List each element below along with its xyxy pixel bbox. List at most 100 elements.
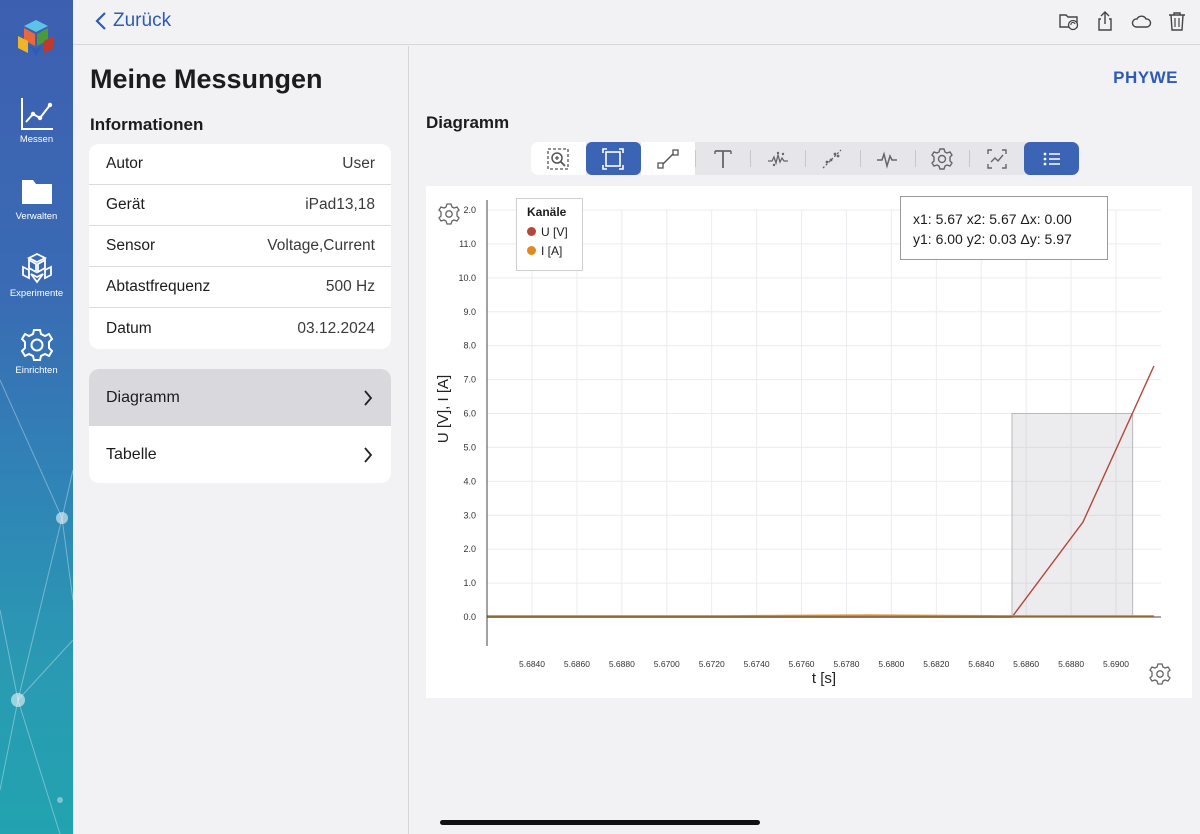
tool-regression[interactable] <box>804 142 860 175</box>
x-axis-label: t [s] <box>812 670 836 687</box>
legend-label: I [A] <box>541 243 563 258</box>
top-bar: Zurück <box>73 0 1200 45</box>
info-key: Autor <box>106 155 144 172</box>
cursor-readout-y: y1: 6.00 y2: 0.03 Δy: 5.97 <box>913 231 1072 247</box>
zoom-region-icon <box>547 147 570 170</box>
rail-item-label: Verwalten <box>15 211 58 222</box>
y-tick-label: 8.0 <box>463 341 476 351</box>
text-tool-icon <box>714 149 732 168</box>
menu-item-tabelle[interactable]: Tabelle <box>89 426 391 483</box>
info-value: 500 Hz <box>325 278 375 295</box>
x-tick-label: 5.6880 <box>1058 659 1084 669</box>
x-tick-label: 5.6840 <box>519 659 545 669</box>
settings-icon <box>931 147 953 170</box>
legend-entry-current[interactable]: I [A] <box>527 241 582 260</box>
trash-icon[interactable] <box>1166 10 1188 32</box>
y-tick-label: 1.0 <box>463 578 476 588</box>
x-tick-label: 5.6760 <box>789 659 815 669</box>
info-value: User <box>342 155 375 172</box>
y-tick-label: 6.0 <box>463 409 476 419</box>
measurement-info-pane: Meine Messungen Informationen Autor User… <box>73 46 409 834</box>
x-tick-label: 5.6860 <box>1013 659 1039 669</box>
info-row-sensor: Sensor Voltage,Current <box>89 226 391 267</box>
info-row-autor: Autor User <box>89 144 391 185</box>
regression-icon <box>822 149 842 168</box>
folder-icon <box>21 180 52 204</box>
rail-item-messen[interactable]: Messen <box>0 96 73 145</box>
home-indicator <box>440 820 760 825</box>
diagram-title: Diagramm <box>426 113 510 132</box>
menu-item-diagramm[interactable]: Diagramm <box>89 369 391 426</box>
chevron-right-icon <box>364 389 373 406</box>
cursor-readout-x: x1: 5.67 x2: 5.67 Δx: 0.00 <box>913 211 1072 227</box>
app-logo <box>18 20 54 56</box>
share-icon[interactable] <box>1094 10 1116 32</box>
selection-region[interactable] <box>1011 413 1134 617</box>
legend-title: Kanäle <box>527 205 567 219</box>
folder-sync-icon[interactable] <box>1058 10 1080 32</box>
view-menu: Diagramm Tabelle <box>89 369 391 483</box>
line-chart-icon <box>20 98 53 130</box>
series-line-current[interactable] <box>487 614 1154 617</box>
tool-cursor[interactable] <box>969 142 1024 175</box>
tool-signal[interactable] <box>859 142 915 175</box>
x-tick-label: 5.6780 <box>833 659 859 669</box>
rail-item-verwalten[interactable]: Verwalten <box>0 173 73 222</box>
rail-item-label: Experimente <box>9 288 64 299</box>
x-axis-settings-icon[interactable] <box>1149 663 1171 685</box>
page-title: Meine Messungen <box>90 64 323 94</box>
info-section-title: Informationen <box>90 115 204 134</box>
tool-list[interactable] <box>1024 142 1079 175</box>
filter-icon <box>767 151 788 166</box>
line-tool-icon <box>657 148 679 169</box>
tool-line[interactable] <box>640 142 696 175</box>
info-key: Sensor <box>106 237 156 254</box>
tool-settings[interactable] <box>914 142 970 175</box>
info-card: Autor User Gerät iPad13,18 Sensor Voltag… <box>89 144 391 349</box>
rail-item-experimente[interactable]: Experimente <box>0 250 73 299</box>
y-tick-label: 10.0 <box>458 273 476 283</box>
tool-zoom-region[interactable] <box>531 142 586 175</box>
x-tick-label: 5.6860 <box>564 659 590 669</box>
x-tick-label: 5.6800 <box>878 659 904 669</box>
x-tick-label: 5.6840 <box>968 659 994 669</box>
info-value: 03.12.2024 <box>297 319 375 337</box>
cursor-readout: x1: 5.67 x2: 5.67 Δx: 0.00 y1: 6.00 y2: … <box>900 196 1108 260</box>
tool-fit-frame[interactable] <box>585 142 641 175</box>
info-row-geraet: Gerät iPad13,18 <box>89 185 391 226</box>
tool-text[interactable] <box>695 142 750 175</box>
info-key: Abtastfrequenz <box>106 278 211 295</box>
y-tick-label: 4.0 <box>463 476 476 486</box>
gear-icon <box>20 329 53 361</box>
chevron-right-icon <box>364 446 373 463</box>
tool-filter[interactable] <box>750 142 805 175</box>
cubes-icon <box>21 252 52 284</box>
y-tick-label: 3.0 <box>463 510 476 520</box>
back-button[interactable]: Zurück <box>95 10 171 32</box>
x-tick-label: 5.6740 <box>744 659 770 669</box>
info-row-abtastfrequenz: Abtastfrequenz 500 Hz <box>89 267 391 308</box>
y-tick-label: 2.0 <box>463 205 476 215</box>
y-tick-label: 5.0 <box>463 442 476 452</box>
menu-item-label: Diagramm <box>106 388 180 406</box>
chart-container[interactable]: 0.0 1.0 2.0 3.0 4.0 5.0 6.0 7.0 8.0 9.0 10.0 11.0 2.… <box>426 186 1192 698</box>
info-key: Gerät <box>106 196 145 213</box>
brand-logo: PHYWE <box>1113 68 1178 87</box>
top-actions <box>1058 10 1188 32</box>
y-tick-label: 0.0 <box>463 612 476 622</box>
y-axis-settings-icon[interactable] <box>438 203 460 225</box>
chevron-left-icon <box>95 12 106 30</box>
back-label: Zurück <box>113 10 172 31</box>
legend-dot-voltage <box>527 227 536 236</box>
legend-entry-voltage[interactable]: U [V] <box>527 222 582 241</box>
x-tick-label: 5.6720 <box>699 659 725 669</box>
app-root: Messen Verwalten Experimente Einrichten … <box>0 0 1200 834</box>
info-row-datum: Datum 03.12.2024 <box>89 308 391 349</box>
info-value: Voltage,Current <box>267 237 375 254</box>
chart-toolbar <box>531 142 1079 175</box>
list-icon <box>1043 152 1060 165</box>
menu-item-label: Tabelle <box>106 445 157 463</box>
rail-item-label: Messen <box>19 134 54 145</box>
rail-item-einrichten[interactable]: Einrichten <box>0 327 73 376</box>
cloud-icon[interactable] <box>1130 10 1152 32</box>
